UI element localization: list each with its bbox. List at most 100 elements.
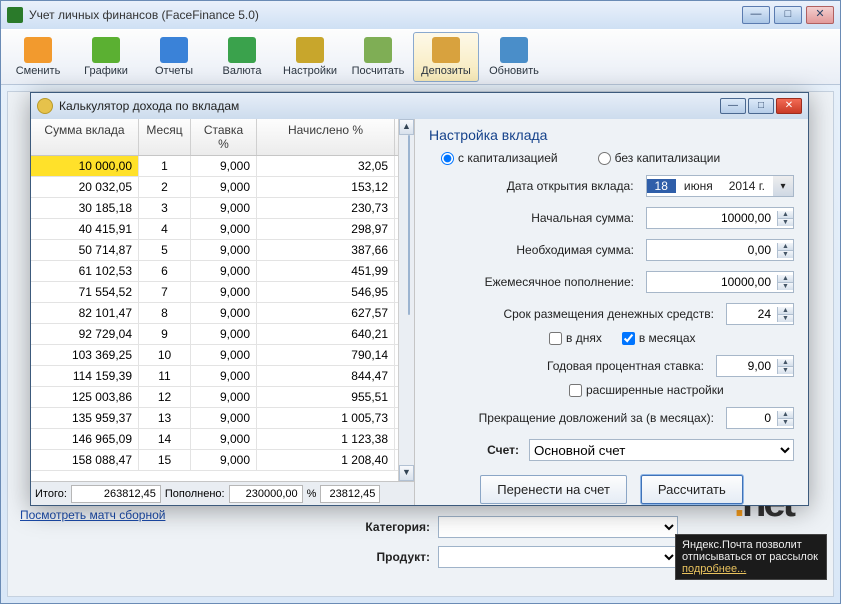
main-maximize-button[interactable]: □ [774, 6, 802, 24]
monthly-topup-spinner[interactable]: ▲▼ [646, 271, 794, 293]
spin-down-icon[interactable]: ▼ [777, 219, 793, 226]
cell-accrued: 153,12 [257, 177, 395, 197]
radio-capitalization[interactable]: с капитализацией [441, 151, 558, 165]
cell-accrued: 1 208,40 [257, 450, 395, 470]
check-months[interactable]: в месяцах [622, 331, 696, 345]
cell-accrued: 1 123,38 [257, 429, 395, 449]
cell-sum: 71 554,52 [31, 282, 139, 302]
stop-topup-spinner[interactable]: ▲▼ [726, 407, 794, 429]
annual-rate-input[interactable] [717, 359, 777, 373]
app-icon [7, 7, 23, 23]
term-input[interactable] [727, 307, 777, 321]
cell-month: 7 [139, 282, 191, 302]
table-header: Сумма вклада Месяц Ставка % Начислено % [31, 119, 398, 156]
spin-up-icon[interactable]: ▲ [777, 211, 793, 219]
main-close-button[interactable]: ✕ [806, 6, 834, 24]
dialog-close-button[interactable]: ✕ [776, 98, 802, 114]
col-accrued[interactable]: Начислено % [257, 119, 395, 155]
radio-no-capitalization[interactable]: без капитализации [598, 151, 721, 165]
cell-accrued: 627,57 [257, 303, 395, 323]
annual-rate-spinner[interactable]: ▲▼ [716, 355, 794, 377]
table-body[interactable]: 10 000,0019,00032,0520 032,0529,000153,1… [31, 156, 398, 481]
monthly-topup-input[interactable] [647, 275, 777, 289]
table-row[interactable]: 114 159,39119,000844,47 [31, 366, 398, 387]
table-row[interactable]: 82 101,4789,000627,57 [31, 303, 398, 324]
category-select[interactable] [438, 516, 678, 538]
cell-accrued: 955,51 [257, 387, 395, 407]
cell-rate: 9,000 [191, 219, 257, 239]
table-row[interactable]: 10 000,0019,00032,05 [31, 156, 398, 177]
main-titlebar[interactable]: Учет личных финансов (FaceFinance 5.0) —… [1, 1, 840, 29]
table-row[interactable]: 71 554,5279,000546,95 [31, 282, 398, 303]
open-date-field[interactable]: 18 июня 2014 г. ▾ [646, 175, 794, 197]
table-row[interactable]: 158 088,47159,0001 208,40 [31, 450, 398, 471]
dialog-minimize-button[interactable]: — [720, 98, 746, 114]
main-minimize-button[interactable]: — [742, 6, 770, 24]
table-row[interactable]: 20 032,0529,000153,12 [31, 177, 398, 198]
deposit-settings-panel: Настройка вклада с капитализацией без ка… [415, 119, 808, 505]
required-sum-input[interactable] [647, 243, 777, 257]
term-spinner[interactable]: ▲▼ [726, 303, 794, 325]
cell-month: 9 [139, 324, 191, 344]
dialog-maximize-button[interactable]: □ [748, 98, 774, 114]
cell-month: 1 [139, 156, 191, 176]
yamail-more-link[interactable]: подробнее... [682, 563, 746, 575]
toolbar-deposits[interactable]: Депозиты [413, 32, 479, 82]
cell-sum: 146 965,09 [31, 429, 139, 449]
product-select[interactable] [438, 546, 678, 568]
charts-icon [92, 37, 120, 63]
toolbar-swap[interactable]: Сменить [5, 32, 71, 82]
check-advanced[interactable]: расширенные настройки [569, 383, 724, 397]
check-days[interactable]: в днях [549, 331, 602, 345]
table-row[interactable]: 40 415,9149,000298,97 [31, 219, 398, 240]
table-row[interactable]: 125 003,86129,000955,51 [31, 387, 398, 408]
required-sum-label: Необходимая сумма: [429, 243, 646, 257]
calendar-dropdown-icon[interactable]: ▾ [773, 176, 793, 196]
cell-sum: 10 000,00 [31, 156, 139, 176]
cell-month: 13 [139, 408, 191, 428]
calculate-button[interactable]: Рассчитать [641, 475, 743, 504]
required-sum-spinner[interactable]: ▲▼ [646, 239, 794, 261]
toolbar-charts[interactable]: Графики [73, 32, 139, 82]
table-row[interactable]: 146 965,09149,0001 123,38 [31, 429, 398, 450]
reports-icon [160, 37, 188, 63]
totals-total-input[interactable] [71, 485, 161, 503]
cell-month: 3 [139, 198, 191, 218]
radio-nocap-input[interactable] [598, 152, 611, 165]
stop-topup-input[interactable] [727, 411, 777, 425]
match-link[interactable]: Посмотреть матч сборной [20, 508, 165, 522]
toolbar-reports[interactable]: Отчеты [141, 32, 207, 82]
table-row[interactable]: 61 102,5369,000451,99 [31, 261, 398, 282]
toolbar-settings[interactable]: Настройки [277, 32, 343, 82]
account-select[interactable]: Основной счет [529, 439, 794, 461]
table-row[interactable]: 103 369,25109,000790,14 [31, 345, 398, 366]
col-sum[interactable]: Сумма вклада [31, 119, 139, 155]
radio-cap-input[interactable] [441, 152, 454, 165]
col-rate[interactable]: Ставка % [191, 119, 257, 155]
totals-topup-input[interactable] [229, 485, 303, 503]
transfer-button[interactable]: Перенести на счет [480, 475, 627, 504]
scroll-up-button[interactable]: ▲ [399, 119, 414, 135]
deposit-table: Сумма вклада Месяц Ставка % Начислено % … [31, 119, 415, 505]
category-label: Категория: [348, 520, 438, 534]
toolbar-calc[interactable]: Посчитать [345, 32, 411, 82]
table-row[interactable]: 30 185,1839,000230,73 [31, 198, 398, 219]
initial-sum-spinner[interactable]: ▲▼ [646, 207, 794, 229]
table-row[interactable]: 50 714,8759,000387,66 [31, 240, 398, 261]
toolbar-currency[interactable]: Валюта [209, 32, 275, 82]
account-label: Счет: [429, 443, 529, 457]
scroll-down-button[interactable]: ▼ [399, 465, 414, 481]
col-month[interactable]: Месяц [139, 119, 191, 155]
initial-sum-input[interactable] [647, 211, 777, 225]
cell-month: 8 [139, 303, 191, 323]
totals-pct-input[interactable] [320, 485, 380, 503]
vertical-scrollbar[interactable]: ▲ ▼ [398, 119, 414, 481]
table-row[interactable]: 135 959,37139,0001 005,73 [31, 408, 398, 429]
cell-rate: 9,000 [191, 366, 257, 386]
scroll-thumb[interactable] [408, 135, 410, 315]
cell-sum: 158 088,47 [31, 450, 139, 470]
dialog-titlebar[interactable]: Калькулятор дохода по вкладам — □ ✕ [31, 93, 808, 119]
toolbar-refresh[interactable]: Обновить [481, 32, 547, 82]
table-row[interactable]: 92 729,0499,000640,21 [31, 324, 398, 345]
cell-sum: 82 101,47 [31, 303, 139, 323]
